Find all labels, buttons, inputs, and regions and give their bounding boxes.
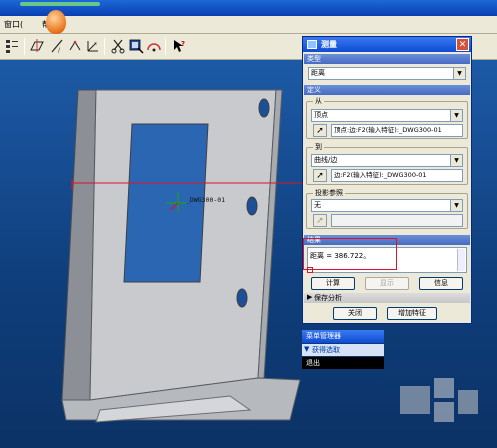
define-section-header[interactable]: 定义 bbox=[304, 85, 470, 95]
close-icon[interactable]: ✕ bbox=[456, 38, 469, 51]
menu-item-get-select[interactable]: 获得选取 bbox=[302, 344, 384, 356]
projection-value: 无 bbox=[314, 201, 321, 209]
chevron-down-icon[interactable]: ▼ bbox=[453, 68, 465, 79]
from-pick-field[interactable]: 顶点:边:F2(输入特征):_DWG300-01 bbox=[331, 124, 463, 137]
whats-this-icon[interactable]: ? bbox=[170, 37, 188, 55]
from-type-value: 顶点 bbox=[314, 111, 328, 119]
result-highlight-box bbox=[303, 238, 397, 270]
from-label: 从 bbox=[313, 96, 324, 106]
type-section-header[interactable]: 类型 bbox=[304, 54, 470, 64]
add-feature-button[interactable]: 增加特征 bbox=[387, 307, 437, 320]
watermark-icon bbox=[400, 378, 478, 422]
projection-pick-button[interactable]: ➚ bbox=[313, 214, 327, 227]
result-scrollbar[interactable] bbox=[457, 249, 465, 271]
menu-window[interactable]: 窗口( bbox=[4, 19, 23, 30]
measure-dialog: 测量 ✕ 类型 距离 ▼ 定义 从 顶点 ▼ ➚ 顶点:边:F2(输入特征):_… bbox=[302, 36, 472, 324]
scissors-icon[interactable] bbox=[109, 37, 127, 55]
point-icon[interactable] bbox=[66, 37, 84, 55]
svg-text:?: ? bbox=[181, 40, 185, 48]
chevron-down-icon: ▼ bbox=[304, 345, 310, 353]
toolbar-separator bbox=[104, 38, 105, 55]
chevron-right-icon: ▶ bbox=[307, 293, 313, 301]
projection-label: 投影参照 bbox=[313, 188, 345, 198]
info-button[interactable]: 信息 bbox=[419, 277, 463, 290]
from-type-combo[interactable]: 顶点 ▼ bbox=[311, 109, 463, 122]
projection-pick-field[interactable] bbox=[331, 214, 463, 227]
chevron-down-icon[interactable]: ▼ bbox=[450, 110, 462, 121]
menu-manager-title: 菜单管理器 bbox=[302, 330, 384, 343]
plane-icon[interactable] bbox=[28, 37, 46, 55]
to-type-combo[interactable]: 曲线/边 ▼ bbox=[311, 154, 463, 167]
type-combo[interactable]: 距离 ▼ bbox=[308, 67, 466, 80]
chevron-down-icon[interactable]: ▼ bbox=[450, 155, 462, 166]
menu-bar: 窗口( 帮 bbox=[0, 16, 497, 34]
dialog-title: 测量 bbox=[303, 37, 471, 52]
title-highlight bbox=[20, 2, 100, 6]
toolbar-separator bbox=[24, 38, 25, 55]
measure-icon[interactable] bbox=[127, 37, 145, 55]
compute-button[interactable]: 计算 bbox=[311, 277, 355, 290]
csys-label: _DWG300-01 bbox=[186, 196, 226, 204]
axis-icon[interactable]: / bbox=[48, 37, 66, 55]
to-pick-field[interactable]: 边:F2(输入特征):_DWG300-01 bbox=[331, 169, 463, 182]
menu-manager-panel: 菜单管理器 获得选取 ▼ 退出 bbox=[302, 330, 384, 374]
to-pick-button[interactable]: ➚ bbox=[313, 169, 327, 182]
chevron-down-icon[interactable]: ▼ bbox=[450, 200, 462, 211]
to-type-value: 曲线/边 bbox=[314, 156, 338, 164]
toolbar-separator bbox=[165, 38, 166, 55]
tree-icon[interactable] bbox=[3, 37, 21, 55]
dialog-app-icon bbox=[307, 40, 317, 49]
close-button[interactable]: 关闭 bbox=[333, 307, 377, 320]
display-button[interactable]: 显示 bbox=[365, 277, 409, 290]
get-select-label: 获得选取 bbox=[312, 346, 340, 354]
analysis-icon[interactable] bbox=[145, 37, 163, 55]
from-pick-button[interactable]: ➚ bbox=[313, 124, 327, 137]
to-label: 到 bbox=[313, 142, 324, 152]
save-analysis-header[interactable]: 保存分析 bbox=[304, 293, 470, 303]
svg-text:x: x bbox=[94, 41, 97, 47]
save-analysis-label: 保存分析 bbox=[314, 294, 342, 302]
svg-text:/: / bbox=[58, 47, 61, 54]
type-combo-value: 距离 bbox=[311, 69, 325, 77]
app-logo-icon bbox=[46, 10, 66, 34]
menu-item-exit[interactable]: 退出 bbox=[302, 357, 384, 369]
app-title-bar bbox=[0, 0, 497, 16]
csys-icon[interactable]: x bbox=[84, 37, 102, 55]
projection-combo[interactable]: 无 ▼ bbox=[311, 199, 463, 212]
